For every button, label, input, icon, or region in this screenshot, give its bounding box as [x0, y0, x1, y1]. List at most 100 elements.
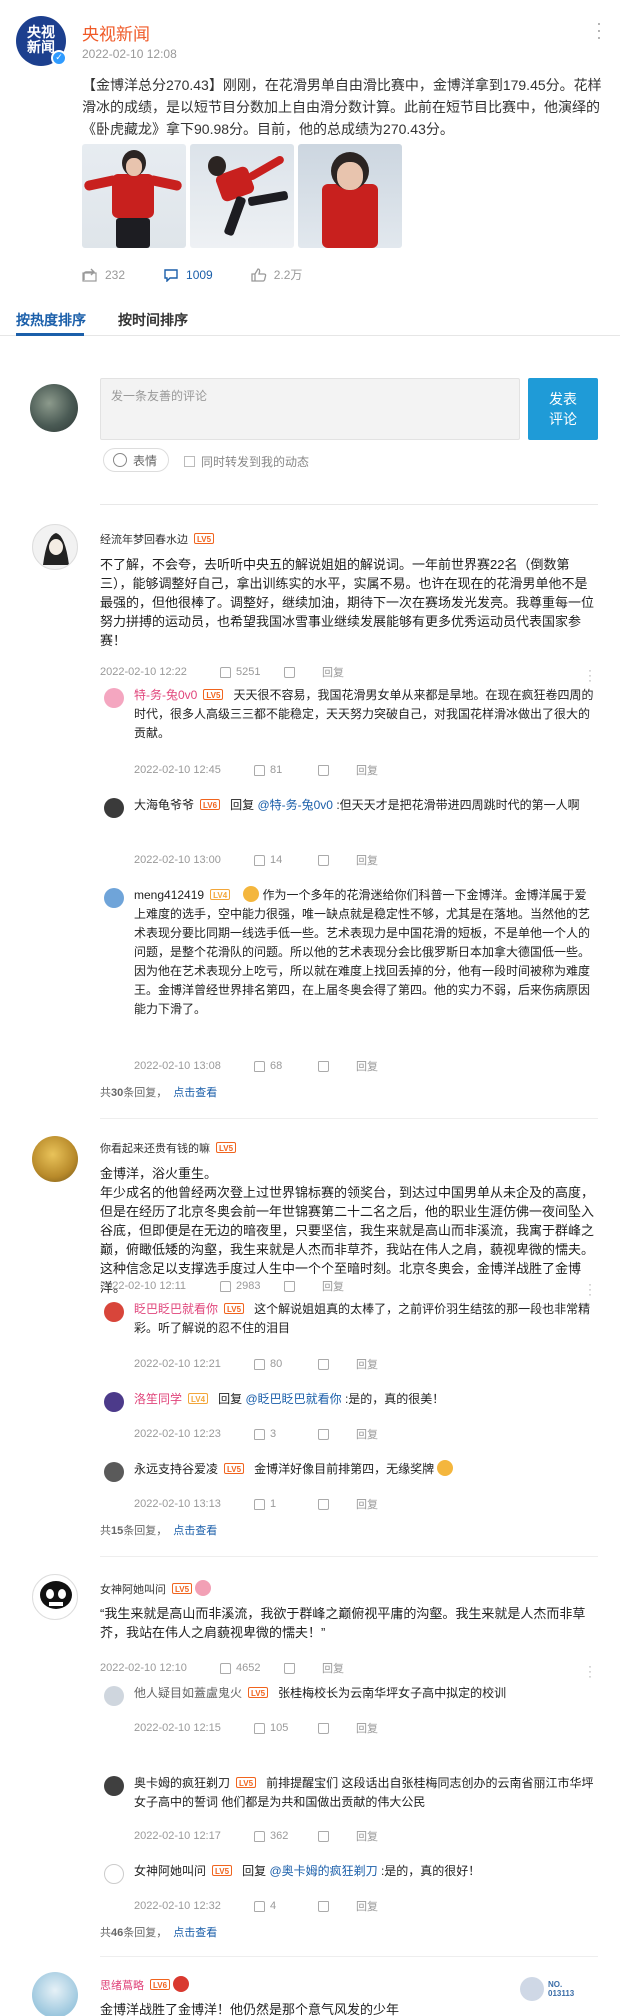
mention-link[interactable]: @奥卡姆的疯狂剃刀	[269, 1864, 377, 1878]
avatar[interactable]	[32, 1136, 78, 1182]
reply-text: 特-务-兔0v0 LV5 天天很不容易，我国花滑男女单从来都是旱地。在现在疯狂卷四…	[134, 688, 594, 740]
reply-button[interactable]: 回复	[356, 1720, 378, 1736]
reply-button[interactable]: 回复	[356, 1426, 378, 1442]
reply-button[interactable]: 回复	[356, 1058, 378, 1074]
tab-hot[interactable]: 按热度排序	[16, 310, 86, 330]
like-button[interactable]: 362	[254, 1830, 318, 1842]
like-button[interactable]: 105	[254, 1722, 318, 1734]
avatar[interactable]	[104, 1302, 124, 1322]
like-count: 2.2万	[273, 268, 303, 282]
comment-user[interactable]: 经流年梦回春水边 LV5	[100, 531, 215, 547]
reply-user: meng412419	[134, 888, 205, 902]
thumbs-down-icon	[284, 666, 295, 678]
comment-user[interactable]: 思绪蔦略 LV6	[100, 1976, 190, 1993]
reply-meta: 2022-02-10 13:08 68 回复	[134, 1058, 378, 1074]
avatar-text-top: 央视	[27, 25, 55, 41]
tab-time[interactable]: 按时间排序	[118, 310, 188, 330]
comment-user[interactable]: 女神阿她叫问 LV5	[100, 1580, 212, 1597]
fan-badge: NO. 013113	[520, 1974, 602, 2004]
more-options-icon[interactable]: · · ·	[586, 1278, 594, 1300]
like-button[interactable]: 14	[254, 854, 318, 866]
comment-input[interactable]: 发一条友善的评论	[100, 378, 520, 440]
share-icon	[82, 268, 98, 282]
reply-button[interactable]: 回复	[356, 762, 378, 778]
like-button[interactable]: 3	[254, 1428, 318, 1440]
view-more-link[interactable]: 点击查看	[173, 1525, 217, 1537]
reply-button[interactable]: 回复	[322, 1278, 344, 1294]
reply-meta: 2022-02-10 12:17 362 回复	[134, 1828, 378, 1844]
more-replies: 共30条回复， 点击查看	[100, 1087, 218, 1099]
reply-button[interactable]: 回复	[322, 1660, 344, 1676]
dislike-button[interactable]	[318, 1900, 356, 1912]
like-button[interactable]: 5251	[220, 666, 284, 678]
view-more-link[interactable]: 点击查看	[173, 1927, 217, 1939]
dislike-button[interactable]	[318, 1060, 356, 1072]
avatar[interactable]	[32, 524, 78, 570]
like-button[interactable]: 4652	[220, 1662, 284, 1674]
post-images	[82, 144, 402, 248]
sort-tabs: 按热度排序 按时间排序	[0, 296, 620, 336]
reply-text: 洛笙同学 LV4 回复 @眨巴眨巴就看你 :是的，真的很美！	[134, 1392, 445, 1406]
post-image-3[interactable]	[298, 144, 402, 248]
repost-to-feed-option[interactable]: 同时转发到我的动态	[184, 453, 309, 470]
reply-button[interactable]: 回复	[322, 664, 344, 680]
avatar[interactable]	[104, 688, 124, 708]
comment-text: 金博洋战胜了金博洋！他仍然是那个意气风发的少年	[100, 2002, 400, 2016]
emoji-button[interactable]: 表情	[103, 448, 169, 472]
avatar[interactable]	[104, 888, 124, 908]
like-button[interactable]: 1	[254, 1498, 318, 1510]
avatar[interactable]	[104, 1776, 124, 1796]
reply-button[interactable]: 回复	[356, 1898, 378, 1914]
mention-link[interactable]: @特-务-兔0v0	[257, 798, 333, 812]
dislike-button[interactable]	[318, 764, 356, 776]
dislike-button[interactable]	[318, 1428, 356, 1440]
avatar[interactable]	[104, 1686, 124, 1706]
dislike-button[interactable]	[284, 666, 322, 678]
dislike-button[interactable]	[284, 1280, 322, 1292]
mention-link[interactable]: @眨巴眨巴就看你	[245, 1392, 341, 1406]
like-button[interactable]: 4	[254, 1900, 318, 1912]
reply-meta: 2022-02-10 12:21 80 回复	[134, 1356, 378, 1372]
author-avatar[interactable]: 央视 新闻 ✓	[16, 16, 67, 66]
more-options-icon[interactable]: · · ·	[586, 1660, 594, 1682]
view-more-link[interactable]: 点击查看	[173, 1087, 217, 1099]
avatar[interactable]	[32, 1972, 78, 2016]
avatar[interactable]	[104, 1864, 124, 1884]
like-button[interactable]: 68	[254, 1060, 318, 1072]
reply-button[interactable]: 回复	[356, 1496, 378, 1512]
reply-button[interactable]: 回复	[356, 1828, 378, 1844]
author-name[interactable]: 央视新闻	[82, 20, 150, 45]
comment-text: “我生来就是高山而非溪流，我欲于群峰之巅俯视平庸的沟壑。我生来就是人杰而非草芥，…	[100, 1606, 586, 1640]
avatar[interactable]	[104, 1462, 124, 1482]
comment-user[interactable]: 你看起来还贵有钱的嘛 LV5	[100, 1140, 237, 1156]
avatar[interactable]	[104, 1392, 124, 1412]
avatar[interactable]	[32, 1574, 78, 1620]
reply-meta: 2022-02-10 12:45 81 回复	[134, 762, 378, 778]
dislike-button[interactable]	[318, 1722, 356, 1734]
like-button[interactable]: 2983	[220, 1280, 284, 1292]
avatar[interactable]	[104, 798, 124, 818]
dislike-button[interactable]	[318, 1830, 356, 1842]
reply-text: 他人疑目如蓋盧鬼火 LV5 张桂梅校长为云南华坪女子高中拟定的校训	[134, 1686, 507, 1700]
repost-checkbox[interactable]	[184, 456, 195, 467]
repost-count: 232	[105, 267, 126, 282]
divider	[100, 504, 598, 505]
comment-button[interactable]: 1009	[163, 266, 213, 283]
repost-button[interactable]: 232	[82, 266, 125, 283]
submit-comment-button[interactable]: 发表 评论	[528, 378, 598, 440]
dislike-button[interactable]	[318, 1498, 356, 1510]
post-image-2[interactable]	[190, 144, 294, 248]
reply-button[interactable]: 回复	[356, 852, 378, 868]
reply-button[interactable]: 回复	[356, 1356, 378, 1372]
more-replies: 共46条回复， 点击查看	[100, 1927, 218, 1939]
more-options-icon[interactable]: · · ·	[594, 14, 604, 46]
dislike-button[interactable]	[284, 1662, 322, 1674]
dislike-button[interactable]	[318, 1358, 356, 1370]
dislike-button[interactable]	[318, 854, 356, 866]
post-image-1[interactable]	[82, 144, 186, 248]
like-button[interactable]: 2.2万	[251, 266, 303, 283]
more-options-icon[interactable]: · · ·	[586, 664, 594, 686]
like-button[interactable]: 81	[254, 764, 318, 776]
like-button[interactable]: 80	[254, 1358, 318, 1370]
badge-icon	[195, 1580, 212, 1596]
